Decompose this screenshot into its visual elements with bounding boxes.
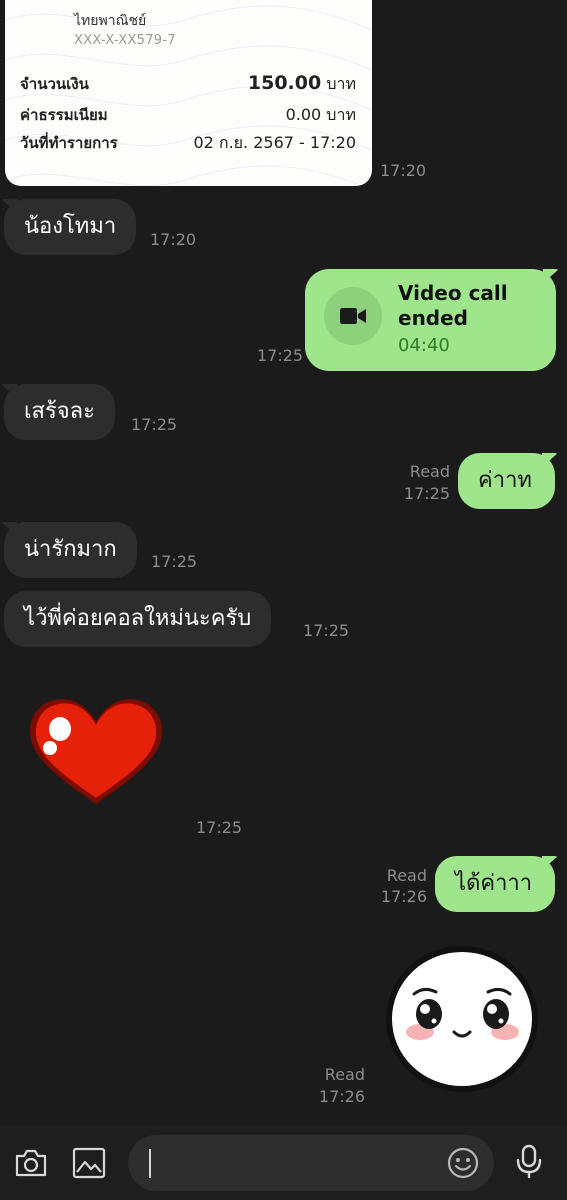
- message-time: 17:20: [150, 230, 197, 249]
- transfer-receipt-image[interactable]: ไทยพาณิชย์ XXX-X-XX579-7 จำนวนเงิน 150.0…: [5, 0, 372, 186]
- read-receipt: Read: [324, 1065, 365, 1084]
- incoming-message-bubble[interactable]: ไว้พี่ค่อยคอลใหม่นะครับ: [4, 591, 272, 647]
- message-time: 17:25: [257, 346, 304, 365]
- message-time: 17:20: [380, 161, 427, 180]
- text-cursor: [149, 1149, 151, 1178]
- fee-value: 0.00 บาท: [285, 105, 356, 124]
- outgoing-message-bubble[interactable]: ค่าาท: [458, 453, 555, 509]
- fee-row: ค่าธรรมเนียม 0.00 บาท: [20, 103, 356, 128]
- incoming-message-bubble[interactable]: น่ารักมาก: [4, 522, 137, 578]
- read-receipt: Read: [386, 866, 427, 885]
- amount-value-group: 150.00 บาท: [248, 72, 356, 97]
- amount-label: จำนวนเงิน: [20, 75, 89, 93]
- message-time: 17:25: [151, 552, 198, 571]
- message-input-bar: [0, 1125, 567, 1200]
- video-call-title: Video call ended: [398, 281, 508, 330]
- read-receipt: Read: [409, 462, 450, 481]
- message-time: 17:26: [318, 1087, 365, 1106]
- message-time: 17:26: [380, 887, 427, 906]
- message-input-field[interactable]: [128, 1135, 494, 1191]
- image-icon[interactable]: [70, 1144, 108, 1182]
- date-label: วันที่ทำรายการ: [20, 134, 118, 152]
- video-call-duration: 04:40: [398, 335, 450, 356]
- microphone-icon[interactable]: [510, 1142, 548, 1182]
- fee-label: ค่าธรรมเนียม: [20, 106, 108, 124]
- message-time: 17:25: [196, 818, 243, 837]
- message-time: 17:25: [303, 621, 350, 640]
- account-number: XXX-X-XX579-7: [74, 33, 176, 48]
- incoming-message-bubble[interactable]: เสร้จละ: [4, 384, 115, 440]
- incoming-message-bubble[interactable]: น้องโทมา: [4, 199, 137, 255]
- outgoing-message-bubble[interactable]: ได้ค่าาา: [435, 856, 555, 912]
- amount-unit: บาท: [326, 74, 356, 93]
- message-time: 17:25: [131, 415, 178, 434]
- emoji-icon[interactable]: [446, 1146, 480, 1180]
- date-value: 02 ก.ย. 2567 - 17:20: [193, 133, 356, 152]
- video-call-ended-bubble[interactable]: Video call ended 04:40: [305, 269, 556, 371]
- date-row: วันที่ทำรายการ 02 ก.ย. 2567 - 17:20: [20, 131, 356, 156]
- video-call-icon-circle: [324, 287, 382, 345]
- amount-value: 150.00: [247, 72, 322, 94]
- crying-face-sticker[interactable]: [384, 944, 540, 1094]
- amount-row: จำนวนเงิน 150.00 บาท: [20, 72, 356, 97]
- message-time: 17:25: [403, 484, 450, 503]
- bank-name: ไทยพาณิชย์: [74, 13, 147, 29]
- heart-sticker[interactable]: [26, 696, 166, 808]
- video-camera-icon: [340, 308, 366, 324]
- camera-icon[interactable]: [12, 1144, 50, 1182]
